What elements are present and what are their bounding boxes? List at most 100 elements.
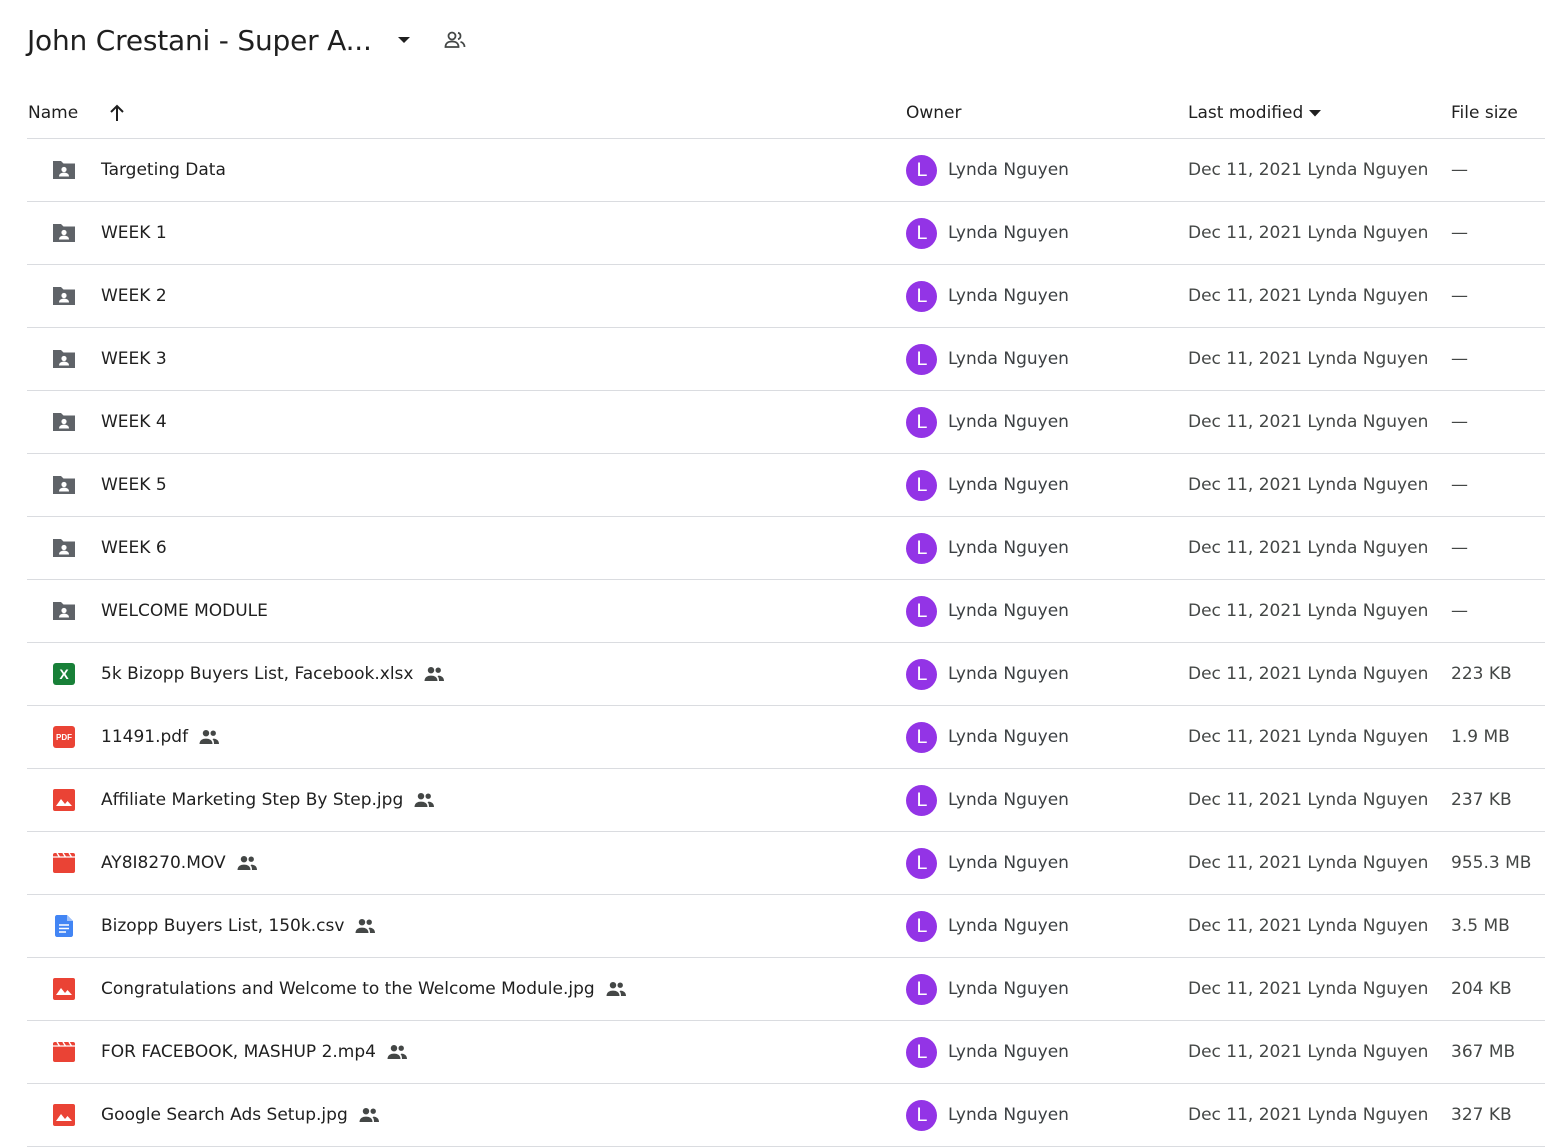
- owner-cell: L Lynda Nguyen: [906, 1021, 1069, 1083]
- file-name-cell[interactable]: 5k Bizopp Buyers List, Facebook.xlsx: [101, 643, 445, 705]
- file-size: —: [1451, 286, 1468, 306]
- file-name: AY8I8270.MOV: [101, 853, 226, 873]
- avatar[interactable]: L: [906, 280, 937, 312]
- table-row[interactable]: WEEK 5 L Lynda Nguyen Dec 11, 2021 Lynda Ng…: [27, 454, 1545, 517]
- file-name: WEEK 4: [101, 412, 167, 432]
- file-name-cell[interactable]: AY8I8270.MOV: [101, 832, 258, 894]
- avatar[interactable]: L: [906, 1099, 937, 1131]
- file-name: 5k Bizopp Buyers List, Facebook.xlsx: [101, 664, 414, 684]
- file-size: —: [1451, 349, 1468, 369]
- avatar[interactable]: L: [906, 343, 937, 375]
- file-name-cell[interactable]: Congratulations and Welcome to the Welco…: [101, 958, 627, 1020]
- people-icon: [423, 666, 445, 682]
- avatar[interactable]: L: [906, 406, 937, 438]
- column-header-file-size[interactable]: File size: [1451, 88, 1518, 138]
- table-row[interactable]: Bizopp Buyers List, 150k.csv L Lynda Nguye…: [27, 895, 1545, 958]
- avatar[interactable]: L: [906, 910, 937, 942]
- file-size: 955.3 MB: [1451, 853, 1532, 873]
- table-row[interactable]: PDF 11491.pdf L Lynda Nguyen Dec 11, 2021 Ly…: [27, 706, 1545, 769]
- people-icon: [358, 1107, 380, 1123]
- owner-cell: L Lynda Nguyen: [906, 265, 1069, 327]
- file-name-cell[interactable]: WEEK 3: [101, 328, 167, 390]
- avatar[interactable]: L: [906, 973, 937, 1005]
- file-name-cell[interactable]: WEEK 6: [101, 517, 167, 579]
- file-name-cell[interactable]: WELCOME MODULE: [101, 580, 268, 642]
- people-icon: [386, 1044, 408, 1060]
- avatar[interactable]: L: [906, 532, 937, 564]
- table-row[interactable]: X 5k Bizopp Buyers List, Facebook.xlsx L Ly…: [27, 643, 1545, 706]
- image-icon: [50, 1084, 78, 1146]
- last-modified: Dec 11, 2021 Lynda Nguyen: [1188, 664, 1429, 684]
- avatar[interactable]: L: [906, 784, 937, 816]
- owner-cell: L Lynda Nguyen: [906, 328, 1069, 390]
- owner-name: Lynda Nguyen: [948, 853, 1069, 873]
- table-row[interactable]: WEEK 1 L Lynda Nguyen Dec 11, 2021 Lynda Ng…: [27, 202, 1545, 265]
- owner-name: Lynda Nguyen: [948, 349, 1069, 369]
- owner-name: Lynda Nguyen: [948, 916, 1069, 936]
- last-modified: Dec 11, 2021 Lynda Nguyen: [1188, 727, 1429, 747]
- table-row[interactable]: WEEK 4 L Lynda Nguyen Dec 11, 2021 Lynda Ng…: [27, 391, 1545, 454]
- table-row[interactable]: Targeting Data L Lynda Nguyen Dec 11, 2021 …: [27, 139, 1545, 202]
- file-name-cell[interactable]: WEEK 2: [101, 265, 167, 327]
- file-name-cell[interactable]: WEEK 1: [101, 202, 167, 264]
- shared-folder-icon: [50, 580, 78, 642]
- file-name-cell[interactable]: FOR FACEBOOK, MASHUP 2.mp4: [101, 1021, 408, 1083]
- avatar[interactable]: L: [906, 217, 937, 249]
- file-name-cell[interactable]: 11491.pdf: [101, 706, 220, 768]
- column-header-last-modified-label: Last modified: [1188, 103, 1304, 123]
- owner-name: Lynda Nguyen: [948, 664, 1069, 684]
- last-modified: Dec 11, 2021 Lynda Nguyen: [1188, 412, 1429, 432]
- video-icon: [50, 832, 78, 894]
- last-modified: Dec 11, 2021 Lynda Nguyen: [1188, 601, 1429, 621]
- file-name-cell[interactable]: Google Search Ads Setup.jpg: [101, 1084, 380, 1146]
- people-icon: [198, 729, 220, 745]
- folder-title[interactable]: John Crestani - Super A...: [27, 24, 372, 57]
- file-name: WEEK 3: [101, 349, 167, 369]
- file-name-cell[interactable]: WEEK 4: [101, 391, 167, 453]
- avatar[interactable]: L: [906, 595, 937, 627]
- people-icon: [605, 981, 627, 997]
- arrow-up-icon[interactable]: [105, 88, 129, 138]
- avatar[interactable]: L: [906, 658, 937, 690]
- owner-name: Lynda Nguyen: [948, 1105, 1069, 1125]
- table-row[interactable]: Affiliate Marketing Step By Step.jpg L Lyn…: [27, 769, 1545, 832]
- column-header-last-modified[interactable]: Last modified: [1188, 88, 1322, 138]
- image-icon: [50, 769, 78, 831]
- avatar[interactable]: L: [906, 469, 937, 501]
- table-row[interactable]: WEEK 2 L Lynda Nguyen Dec 11, 2021 Lynda Ng…: [27, 265, 1545, 328]
- table-row[interactable]: Congratulations and Welcome to the Welco…: [27, 958, 1545, 1021]
- file-name-cell[interactable]: Targeting Data: [101, 139, 226, 201]
- avatar[interactable]: L: [906, 847, 937, 879]
- people-icon: [354, 918, 376, 934]
- file-name-cell[interactable]: Bizopp Buyers List, 150k.csv: [101, 895, 376, 957]
- table-row[interactable]: FOR FACEBOOK, MASHUP 2.mp4 L Lynda Nguyen D…: [27, 1021, 1545, 1084]
- table-row[interactable]: WEEK 6 L Lynda Nguyen Dec 11, 2021 Lynda Ng…: [27, 517, 1545, 580]
- chevron-down-icon[interactable]: [392, 28, 416, 52]
- table-row[interactable]: AY8I8270.MOV L Lynda Nguyen Dec 11, 2021 Ly…: [27, 832, 1545, 895]
- table-row[interactable]: WEEK 3 L Lynda Nguyen Dec 11, 2021 Lynda Ng…: [27, 328, 1545, 391]
- shared-folder-icon: [50, 202, 78, 264]
- last-modified: Dec 11, 2021 Lynda Nguyen: [1188, 286, 1429, 306]
- avatar[interactable]: L: [906, 721, 937, 753]
- file-size: —: [1451, 160, 1468, 180]
- file-size: —: [1451, 475, 1468, 495]
- file-name: WEEK 6: [101, 538, 167, 558]
- table-row[interactable]: Google Search Ads Setup.jpg L Lynda Nguyen…: [27, 1084, 1545, 1147]
- avatar[interactable]: L: [906, 1036, 937, 1068]
- file-size: 223 KB: [1451, 664, 1512, 684]
- last-modified: Dec 11, 2021 Lynda Nguyen: [1188, 1042, 1429, 1062]
- shared-folder-icon: [50, 517, 78, 579]
- column-header-owner[interactable]: Owner: [906, 88, 962, 138]
- shared-folder-icon: [50, 454, 78, 516]
- file-name-cell[interactable]: Affiliate Marketing Step By Step.jpg: [101, 769, 435, 831]
- owner-name: Lynda Nguyen: [948, 979, 1069, 999]
- caret-down-icon: [1309, 109, 1322, 116]
- owner-cell: L Lynda Nguyen: [906, 958, 1069, 1020]
- column-header-name[interactable]: Name: [28, 88, 78, 138]
- file-name-cell[interactable]: WEEK 5: [101, 454, 167, 516]
- file-size: 367 MB: [1451, 1042, 1516, 1062]
- owner-cell: L Lynda Nguyen: [906, 1084, 1069, 1146]
- avatar[interactable]: L: [906, 154, 937, 186]
- table-row[interactable]: WELCOME MODULE L Lynda Nguyen Dec 11, 2021 …: [27, 580, 1545, 643]
- people-icon[interactable]: [442, 27, 468, 53]
